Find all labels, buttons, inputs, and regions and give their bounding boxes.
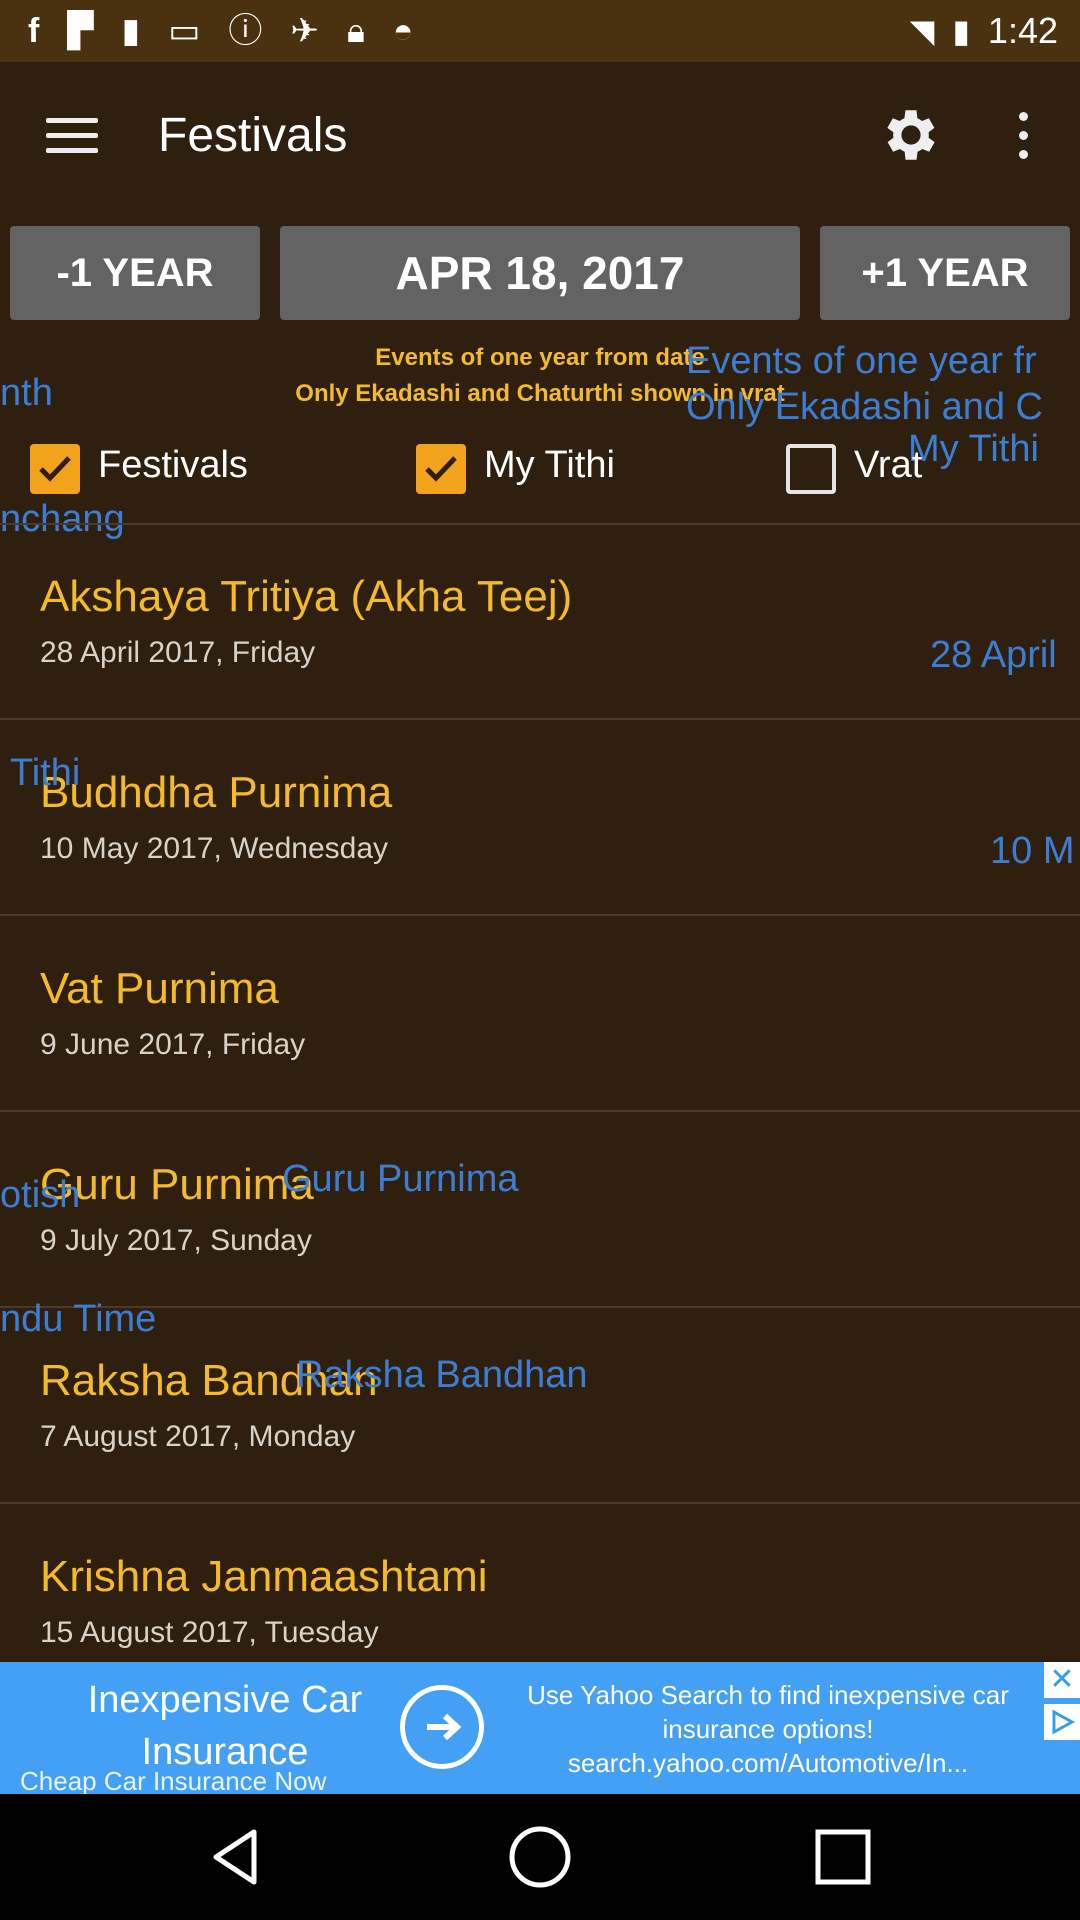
menu-icon[interactable] <box>46 118 98 154</box>
ghost-date-april: 28 April <box>930 634 1057 676</box>
list-item-date: 9 June 2017, Friday <box>40 1028 306 1061</box>
adchoices-icon[interactable] <box>1044 1704 1080 1740</box>
more-vert-icon[interactable] <box>1016 112 1030 160</box>
ghost-panchang: nchang <box>0 498 125 540</box>
list-item-date: 10 May 2017, Wednesday <box>40 832 389 865</box>
ghost-events-echo-1: Events of one year fr <box>686 340 1037 382</box>
divider <box>0 914 1080 916</box>
list-item-title[interactable]: Vat Purnima <box>40 964 279 1014</box>
back-icon[interactable] <box>202 1822 272 1892</box>
gear-icon[interactable] <box>878 102 944 168</box>
list-item-date: 9 July 2017, Sunday <box>40 1224 312 1257</box>
app-bar: Festivals <box>0 62 1080 212</box>
festivals-checkbox[interactable] <box>30 444 80 494</box>
list-item-title[interactable]: Akshaya Tritiya (Akha Teej) <box>40 572 572 622</box>
facebook-icon: f <box>28 12 40 50</box>
flipboard-icon: ▛ <box>67 12 94 50</box>
system-nav-bar <box>0 1794 1080 1920</box>
list-item-date: 28 April 2017, Friday <box>40 636 316 669</box>
ghost-jyotish: otish <box>0 1174 81 1216</box>
current-date-button[interactable]: APR 18, 2017 <box>280 226 800 320</box>
recents-icon[interactable] <box>808 1822 878 1892</box>
notification-icons: f ▛ ▮ ▭ ⓘ ✈ 🔒︎ ◓ <box>28 14 413 48</box>
wifi-icon: ◥ <box>909 13 935 49</box>
news-icon: ▭ <box>168 12 201 50</box>
vrat-filter-label[interactable]: Vrat <box>854 444 922 487</box>
gps-fake-icon: ✈ <box>290 12 319 50</box>
divider <box>0 1110 1080 1112</box>
filter-row: Festivals My Tithi Vrat <box>0 438 1080 500</box>
arrow-right-icon[interactable] <box>400 1685 484 1769</box>
arrow-glyph <box>427 1713 462 1741</box>
lock-icon: 🔒︎ <box>346 12 365 50</box>
ad-headline[interactable]: Inexpensive Car Insurance <box>20 1674 430 1778</box>
list-item-date: 7 August 2017, Monday <box>40 1420 356 1453</box>
ghost-events-echo-2: Only Ekadashi and C <box>686 386 1043 428</box>
prev-year-button[interactable]: -1 YEAR <box>10 226 260 320</box>
divider <box>0 1502 1080 1504</box>
alert-icon: ⓘ <box>228 12 263 50</box>
ad-subline[interactable]: Cheap Car Insurance Now <box>20 1766 326 1794</box>
status-bar: f ▛ ▮ ▭ ⓘ ✈ 🔒︎ ◓ ◥ ▮ 1:42 <box>0 0 1080 62</box>
ad-body[interactable]: Use Yahoo Search to find inexpensive car… <box>508 1678 1028 1780</box>
list-item-date: 15 August 2017, Tuesday <box>40 1616 379 1649</box>
divider <box>0 1306 1080 1308</box>
android-icon: ◓ <box>392 12 414 50</box>
ghost-date-may: 10 M <box>990 830 1075 872</box>
ghost-month: nth <box>0 372 53 414</box>
next-year-button[interactable]: +1 YEAR <box>820 226 1070 320</box>
festivals-filter-label[interactable]: Festivals <box>98 444 248 487</box>
check-icon <box>425 456 457 482</box>
home-icon[interactable] <box>505 1822 575 1892</box>
my-tithi-checkbox[interactable] <box>416 444 466 494</box>
ghost-tithi: Tithi <box>10 752 81 794</box>
ghost-guru: Guru Purnima <box>282 1158 519 1200</box>
my-tithi-filter-label[interactable]: My Tithi <box>484 444 615 487</box>
battery-icon: ▮ <box>952 13 970 49</box>
status-time: 1:42 <box>987 10 1058 51</box>
divider <box>0 523 1080 525</box>
divider <box>0 718 1080 720</box>
page-title: Festivals <box>158 109 348 162</box>
ghost-raksha: Raksha Bandhan <box>296 1354 588 1396</box>
vrat-checkbox[interactable] <box>786 444 836 494</box>
list-item-title[interactable]: Budhdha Purnima <box>40 768 392 818</box>
list-item-title[interactable]: Krishna Janmaashtami <box>40 1552 488 1602</box>
list-item-title[interactable]: Guru Purnima <box>40 1160 314 1210</box>
ad-close-icon[interactable]: ✕ <box>1044 1662 1080 1698</box>
notification-icon: ▮ <box>121 12 141 50</box>
ghost-hindu-time: ndu Time <box>0 1298 157 1340</box>
ad-banner[interactable]: Inexpensive Car Insurance Cheap Car Insu… <box>0 1662 1080 1794</box>
check-icon <box>39 456 71 482</box>
